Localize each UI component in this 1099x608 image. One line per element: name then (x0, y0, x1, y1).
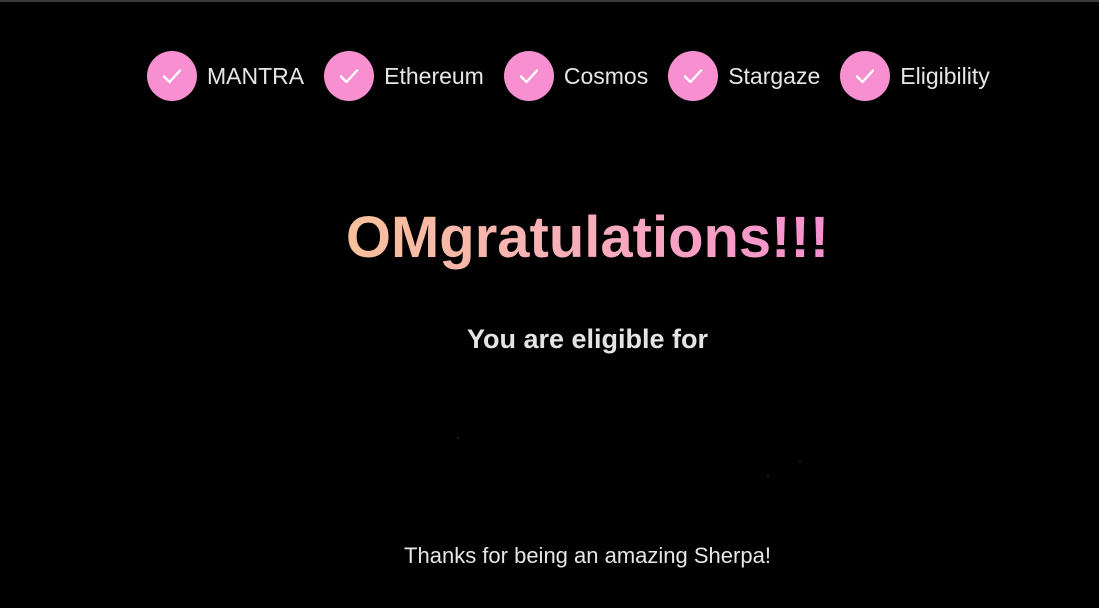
step-label: Ethereum (384, 62, 484, 89)
step-stargaze: Stargaze (668, 51, 820, 101)
step-mantra: MANTRA (147, 51, 304, 101)
checkmark-icon (339, 69, 359, 84)
checkmark-icon (162, 69, 182, 84)
step-label: Stargaze (728, 62, 821, 89)
headline-text: OMgratulations!!! (345, 205, 830, 270)
step-complete-badge (840, 51, 891, 101)
step-complete-badge (147, 51, 197, 101)
thanks-message: Thanks for being an amazing Sherpa! (404, 543, 771, 568)
step-complete-badge (668, 51, 719, 101)
checkmark-icon (519, 69, 539, 84)
top-border (0, 0, 1099, 2)
step-complete-badge (503, 51, 554, 101)
step-label: Eligibility (900, 62, 990, 89)
step-complete-badge (324, 51, 375, 101)
reward-placeholder-mark (457, 437, 459, 439)
step-cosmos: Cosmos (503, 51, 649, 101)
reward-placeholder-mark (767, 475, 769, 477)
step-eligibility: Eligibility (840, 51, 990, 101)
checkmark-icon (856, 69, 875, 84)
checkmark-icon (684, 69, 703, 84)
reward-display-area (385, 425, 805, 485)
progress-stepper: MANTRA Ethereum Cosmos Stargaze Eligibil… (147, 51, 990, 101)
step-label: Cosmos (563, 62, 649, 89)
reward-placeholder-mark (799, 460, 801, 462)
step-label: MANTRA (207, 62, 305, 89)
congratulations-headline: OMgratulations!!! (0, 200, 1099, 276)
step-ethereum: Ethereum (324, 51, 484, 101)
eligible-text: You are eligible for (466, 324, 709, 354)
